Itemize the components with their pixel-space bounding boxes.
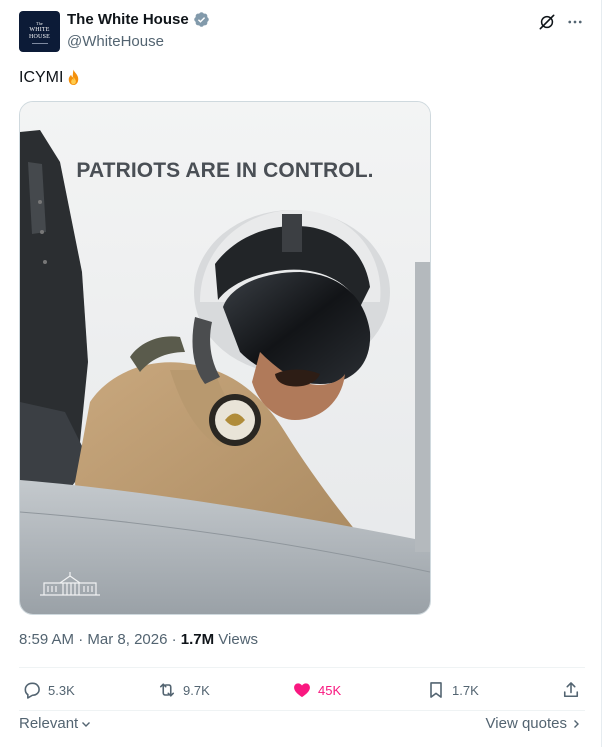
views-label: Views: [214, 631, 259, 648]
reply-button[interactable]: 5.3K: [22, 680, 75, 700]
view-quotes-label: View quotes: [485, 715, 567, 732]
sort-label: Relevant: [19, 715, 79, 732]
author-name-row[interactable]: The White House: [67, 11, 210, 28]
meta-separator: ·: [74, 631, 88, 648]
white-house-logo-icon: [40, 572, 100, 596]
image-headline: PATRIOTS ARE IN CONTROL.: [76, 159, 374, 182]
like-count: 45K: [318, 682, 342, 698]
bookmark-count: 1.7K: [452, 682, 479, 698]
verified-badge-icon: [193, 12, 209, 27]
repost-count: 9.7K: [183, 682, 210, 698]
grok-icon[interactable]: [537, 12, 557, 32]
divider: [19, 710, 585, 711]
divider: [19, 667, 585, 668]
avatar-text-line1: WHITE: [29, 26, 50, 33]
bookmark-icon: [430, 682, 442, 698]
heart-filled-icon: [294, 683, 310, 698]
tweet-text: ICYMI: [19, 68, 83, 87]
author-handle[interactable]: @WhiteHouse: [67, 33, 164, 50]
share-icon: [563, 682, 579, 698]
author-name[interactable]: The White House: [67, 11, 189, 28]
tweet-detail: The WHITE HOUSE The White House @WhiteHo…: [0, 0, 602, 747]
repost-icon: [159, 683, 175, 697]
tweet-time[interactable]: 8:59 AM: [19, 631, 74, 648]
avatar-rule: [31, 42, 48, 44]
tweet-meta: 8:59 AM · Mar 8, 2026 · 1.7M Views: [19, 631, 258, 648]
meta-separator: ·: [167, 631, 181, 648]
avatar-text-top: The: [36, 20, 43, 26]
sort-dropdown[interactable]: Relevant: [19, 715, 92, 732]
avatar[interactable]: The WHITE HOUSE: [19, 11, 60, 52]
like-button[interactable]: 45K: [292, 680, 341, 700]
tweet-media-image[interactable]: PATRIOTS ARE IN CONTROL.: [19, 101, 431, 615]
repost-button[interactable]: 9.7K: [157, 680, 210, 700]
flame-icon: [69, 69, 79, 86]
tweet-text-content: ICYMI: [19, 68, 64, 86]
share-button[interactable]: [561, 680, 581, 700]
more-icon[interactable]: [565, 12, 585, 32]
avatar-text-line2: HOUSE: [28, 33, 50, 40]
reply-icon: [24, 682, 40, 699]
chevron-right-icon: [574, 719, 579, 728]
tweet-date[interactable]: Mar 8, 2026: [87, 631, 167, 648]
action-bar: 5.3K 9.7K 45K 1.7K: [19, 680, 585, 704]
chevron-down-icon: [82, 721, 91, 727]
bookmark-button[interactable]: 1.7K: [426, 680, 479, 700]
views-count[interactable]: 1.7M: [181, 631, 214, 648]
reply-count: 5.3K: [48, 682, 75, 698]
view-quotes-link[interactable]: View quotes: [486, 715, 582, 732]
